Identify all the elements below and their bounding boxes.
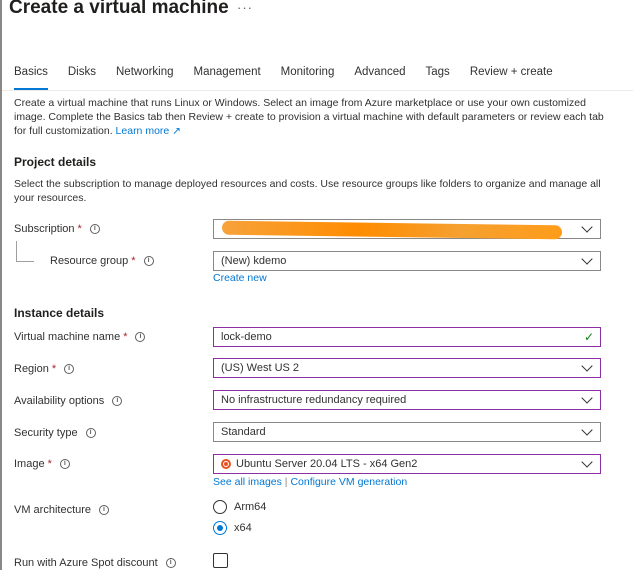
required-marker: *	[51, 363, 57, 375]
availability-label: Availability options i	[14, 395, 123, 407]
left-border	[0, 0, 2, 570]
project-details-heading: Project details	[14, 155, 97, 169]
configure-vm-generation-link[interactable]: Configure VM generation	[290, 476, 407, 488]
create-new-link[interactable]: Create new	[213, 272, 267, 284]
ubuntu-icon	[221, 459, 231, 469]
info-icon[interactable]: i	[165, 558, 176, 568]
chevron-down-icon	[581, 221, 593, 233]
chevron-down-icon	[581, 253, 593, 265]
vm-name-input[interactable]: lock-demo ✓	[213, 327, 601, 347]
info-icon[interactable]: i	[143, 256, 154, 266]
tab-management[interactable]: Management	[194, 66, 261, 90]
resource-group-dropdown[interactable]: (New) kdemo	[213, 251, 601, 271]
required-marker: *	[47, 458, 52, 470]
vm-name-value: lock-demo	[221, 331, 272, 343]
info-icon[interactable]: i	[99, 505, 110, 515]
radio-x64[interactable]	[213, 521, 227, 535]
info-icon[interactable]: i	[135, 332, 146, 342]
intro-description: Create a virtual machine that runs Linux…	[14, 97, 604, 137]
radio-x64-label: x64	[234, 522, 252, 534]
info-icon[interactable]: i	[112, 396, 123, 406]
region-value: (US) West US 2	[221, 362, 300, 374]
page-title: Create a virtual machine	[9, 0, 229, 18]
subscription-label-text: Subscription	[14, 223, 75, 235]
region-label-text: Region	[14, 363, 49, 375]
resource-group-value: (New) kdemo	[221, 255, 287, 267]
radio-arm64[interactable]	[213, 500, 227, 514]
spot-discount-checkbox[interactable]	[213, 553, 228, 568]
project-details-description: Select the subscription to manage deploy…	[14, 178, 601, 204]
tab-bar: Basics Disks Networking Management Monit…	[14, 66, 573, 90]
availability-label-text: Availability options	[14, 395, 105, 407]
tree-connector	[16, 261, 34, 262]
vm-name-label-text: Virtual machine name	[14, 331, 121, 343]
image-label: Image * i	[14, 458, 70, 470]
vm-name-label: Virtual machine name * i	[14, 331, 146, 343]
image-label-text: Image	[14, 458, 45, 470]
resource-group-label-text: Resource group	[50, 255, 129, 267]
region-dropdown[interactable]: (US) West US 2	[213, 358, 601, 378]
tab-disks[interactable]: Disks	[68, 66, 96, 90]
chevron-down-icon	[581, 360, 593, 372]
availability-value: No infrastructure redundancy required	[221, 394, 407, 406]
required-marker: *	[77, 223, 82, 235]
tab-review-create[interactable]: Review + create	[470, 66, 553, 90]
vm-architecture-label-text: VM architecture	[14, 504, 92, 516]
tab-tags[interactable]: Tags	[426, 66, 450, 90]
security-type-label: Security type i	[14, 427, 96, 439]
tab-monitoring[interactable]: Monitoring	[281, 66, 335, 90]
info-icon[interactable]: i	[59, 459, 70, 469]
radio-arm64-label: Arm64	[234, 501, 267, 513]
required-marker: *	[123, 331, 128, 343]
info-icon[interactable]: i	[64, 364, 75, 374]
region-label: Region * i	[14, 363, 75, 375]
security-type-value: Standard	[221, 426, 266, 438]
subscription-dropdown[interactable]	[213, 219, 601, 240]
security-type-dropdown[interactable]: Standard	[213, 422, 601, 442]
tabs-divider	[2, 90, 633, 91]
see-all-images-link[interactable]: See all images	[213, 476, 282, 488]
image-links: See all images | Configure VM generation	[213, 476, 407, 488]
image-value: Ubuntu Server 20.04 LTS - x64 Gen2	[236, 458, 418, 470]
image-dropdown[interactable]: Ubuntu Server 20.04 LTS - x64 Gen2	[213, 454, 601, 474]
checkmark-icon: ✓	[583, 330, 594, 344]
availability-dropdown[interactable]: No infrastructure redundancy required	[213, 390, 601, 410]
tab-advanced[interactable]: Advanced	[354, 66, 405, 90]
instance-details-heading: Instance details	[14, 306, 105, 320]
tab-networking[interactable]: Networking	[116, 66, 174, 90]
link-separator: |	[284, 476, 288, 488]
spot-discount-label-text: Run with Azure Spot discount	[14, 557, 158, 569]
chevron-down-icon	[581, 456, 593, 468]
intro-text: Create a virtual machine that runs Linux…	[14, 96, 614, 138]
security-type-label-text: Security type	[14, 427, 78, 439]
chevron-down-icon	[581, 392, 593, 404]
info-icon[interactable]: i	[85, 428, 96, 438]
redaction-scribble	[221, 220, 563, 240]
tree-connector	[16, 241, 17, 261]
more-actions-icon[interactable]: ···	[237, 0, 253, 15]
spot-discount-label: Run with Azure Spot discount i	[14, 557, 176, 569]
info-icon[interactable]: i	[89, 224, 100, 234]
tab-basics[interactable]: Basics	[14, 66, 48, 90]
learn-more-link[interactable]: Learn more ↗	[116, 125, 181, 137]
required-marker: *	[131, 255, 136, 267]
subscription-label: Subscription * i	[14, 223, 100, 235]
resource-group-label: Resource group * i	[50, 255, 154, 267]
vm-architecture-label: VM architecture i	[14, 504, 110, 516]
chevron-down-icon	[581, 424, 593, 436]
